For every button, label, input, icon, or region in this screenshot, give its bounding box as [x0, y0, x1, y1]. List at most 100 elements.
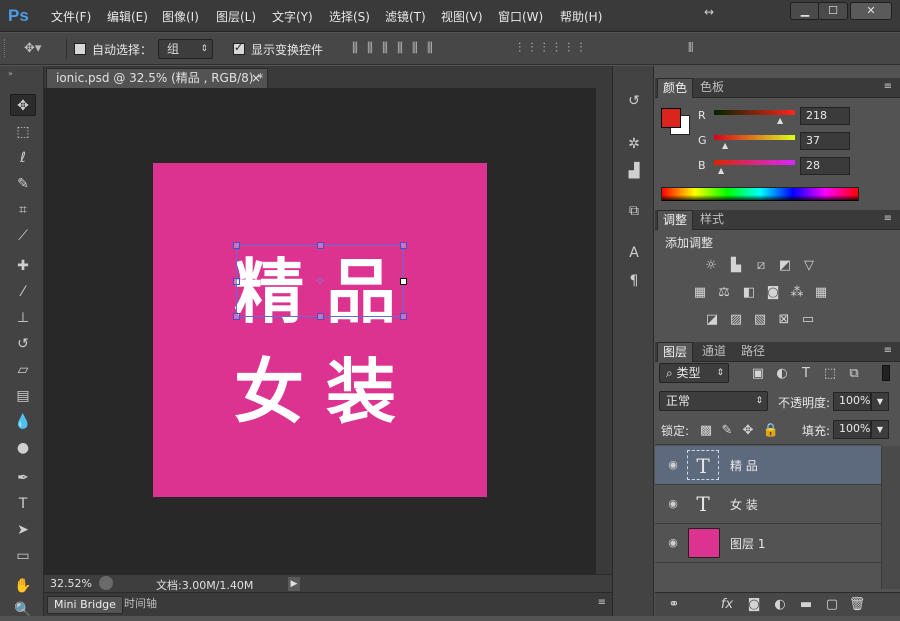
healing-brush-tool-icon[interactable]: ✚: [10, 255, 36, 277]
transform-handle[interactable]: [317, 313, 324, 320]
maximize-button[interactable]: ☐: [818, 2, 848, 20]
lasso-tool-icon[interactable]: ℓ: [10, 147, 36, 169]
curves-icon[interactable]: ⧄: [752, 258, 770, 274]
zoom-tool-icon[interactable]: 🔍: [10, 599, 36, 621]
hand-tool-icon[interactable]: ✋: [10, 575, 36, 597]
minimize-button[interactable]: ▁: [790, 2, 820, 20]
show-transform-checkbox[interactable]: ✓: [233, 41, 245, 55]
auto-select-dropdown[interactable]: 组 ⇕: [158, 39, 213, 59]
blur-tool-icon[interactable]: 💧: [10, 411, 36, 433]
layer-row-jingpin[interactable]: ◉ T 精 品: [655, 446, 881, 485]
link-layers-icon[interactable]: ⚭: [665, 597, 683, 613]
histogram-panel-icon[interactable]: ▟: [623, 160, 645, 182]
tab-swatches[interactable]: 色板: [695, 78, 729, 98]
menu-layer[interactable]: 图层(L): [216, 8, 256, 25]
move-tool-preset-icon[interactable]: ✥▾: [24, 41, 41, 56]
menu-view[interactable]: 视图(V): [441, 8, 483, 25]
opacity-field[interactable]: 100%: [833, 392, 871, 411]
layer-row-layer1[interactable]: ◉ 图层 1: [655, 524, 881, 563]
transform-handle[interactable]: [400, 278, 407, 285]
properties-panel-icon[interactable]: ⧉: [623, 200, 645, 222]
filter-shape-icon[interactable]: ⬚: [821, 366, 839, 382]
tab-layers[interactable]: 图层: [657, 342, 694, 362]
add-mask-icon[interactable]: ◙: [745, 597, 763, 613]
new-adjustment-layer-icon[interactable]: ◐: [771, 597, 789, 613]
exposure-icon[interactable]: ◩: [776, 258, 794, 274]
menu-type[interactable]: 文字(Y): [272, 8, 313, 25]
tab-color[interactable]: 颜色: [657, 78, 694, 98]
character-panel-icon[interactable]: A: [623, 242, 645, 264]
layer-name[interactable]: 女 装: [730, 496, 758, 513]
share-icon[interactable]: [99, 576, 113, 590]
new-group-icon[interactable]: ▬: [797, 597, 815, 613]
lock-image-icon[interactable]: ✎: [718, 423, 736, 439]
resize-arrows-icon[interactable]: ↔: [704, 5, 714, 19]
tab-paths[interactable]: 路径: [736, 342, 770, 362]
g-slider-thumb-icon[interactable]: ▲: [722, 141, 728, 150]
vertical-scrollbar[interactable]: [596, 88, 612, 574]
color-balance-icon[interactable]: ⚖: [715, 285, 733, 301]
paragraph-panel-icon[interactable]: ¶: [623, 270, 645, 292]
gradient-map-icon[interactable]: ▭: [799, 312, 817, 328]
eraser-tool-icon[interactable]: ▱: [10, 359, 36, 381]
tab-adjustments[interactable]: 调整: [657, 210, 694, 230]
transform-center-icon[interactable]: ✧: [315, 274, 325, 288]
lock-all-icon[interactable]: 🔒: [762, 423, 780, 439]
filter-type-icon[interactable]: T: [797, 366, 815, 382]
type-tool-icon[interactable]: T: [10, 493, 36, 515]
g-value-field[interactable]: 37: [800, 132, 850, 150]
shape-tool-icon[interactable]: ▭: [10, 545, 36, 567]
menu-help[interactable]: 帮助(H): [560, 8, 602, 25]
canvas-text-nvzhuang[interactable]: 女装: [234, 336, 418, 437]
status-arrow-icon[interactable]: ▶: [288, 577, 300, 591]
quick-select-tool-icon[interactable]: ✎: [10, 173, 36, 195]
black-white-icon[interactable]: ◧: [740, 285, 758, 301]
panel-menu-icon[interactable]: ≡: [884, 345, 892, 356]
levels-icon[interactable]: ▙: [727, 258, 745, 274]
channel-mixer-icon[interactable]: ⁂: [788, 285, 806, 301]
clone-stamp-tool-icon[interactable]: ⊥: [10, 307, 36, 329]
filter-adjustment-icon[interactable]: ◐: [773, 366, 791, 382]
layer-row-nvzhuang[interactable]: ◉ T 女 装: [655, 485, 881, 524]
r-slider[interactable]: [714, 110, 795, 115]
transform-handle[interactable]: [400, 242, 407, 249]
selective-color-icon[interactable]: ⊠: [775, 312, 793, 328]
brush-tool-icon[interactable]: ⁄: [10, 281, 36, 303]
tab-timeline[interactable]: 时间轴: [118, 596, 163, 614]
collapse-icon[interactable]: »: [8, 69, 13, 78]
b-slider[interactable]: [714, 160, 795, 165]
filter-toggle-switch[interactable]: [882, 365, 890, 381]
history-panel-icon[interactable]: ↺: [623, 90, 645, 112]
layer-name[interactable]: 精 品: [730, 457, 758, 474]
zoom-level[interactable]: 32.52%: [50, 577, 92, 590]
auto-select-checkbox[interactable]: [74, 43, 86, 55]
align-icons[interactable]: ⫼⫼⫼⫼⫼⫼: [352, 41, 442, 56]
invert-icon[interactable]: ◪: [703, 312, 721, 328]
panel-menu-icon[interactable]: ≡: [884, 213, 892, 224]
lock-transparent-icon[interactable]: ▩: [697, 423, 715, 439]
menu-edit[interactable]: 编辑(E): [107, 8, 148, 25]
add-style-icon[interactable]: fx: [718, 597, 736, 613]
fill-field[interactable]: 100%: [833, 420, 871, 439]
close-tab-icon[interactable]: ×: [251, 69, 261, 87]
b-value-field[interactable]: 28: [800, 157, 850, 175]
distribute-icons[interactable]: ⫶⫶⫶⫶⫶⫶: [518, 41, 592, 56]
eyedropper-tool-icon[interactable]: ⟋: [10, 225, 36, 247]
menu-filter[interactable]: 滤镜(T): [385, 8, 426, 25]
color-lookup-icon[interactable]: ▦: [812, 285, 830, 301]
menu-image[interactable]: 图像(I): [162, 8, 199, 25]
brightness-contrast-icon[interactable]: ☼: [702, 258, 720, 274]
layers-scrollbar[interactable]: [881, 446, 900, 589]
panel-menu-icon[interactable]: ≡: [598, 597, 606, 608]
dodge-tool-icon[interactable]: ●: [10, 437, 36, 459]
filter-smart-object-icon[interactable]: ⧉: [845, 366, 863, 382]
visibility-eye-icon[interactable]: ◉: [665, 536, 681, 550]
threshold-icon[interactable]: ▧: [751, 312, 769, 328]
transform-handle[interactable]: [233, 278, 240, 285]
fill-dropdown-icon[interactable]: ▼: [871, 420, 889, 439]
g-slider[interactable]: [714, 135, 795, 140]
r-value-field[interactable]: 218: [800, 107, 850, 125]
visibility-eye-icon[interactable]: ◉: [665, 458, 681, 472]
pen-tool-icon[interactable]: ✒: [10, 467, 36, 489]
close-window-button[interactable]: ✕: [850, 2, 892, 20]
